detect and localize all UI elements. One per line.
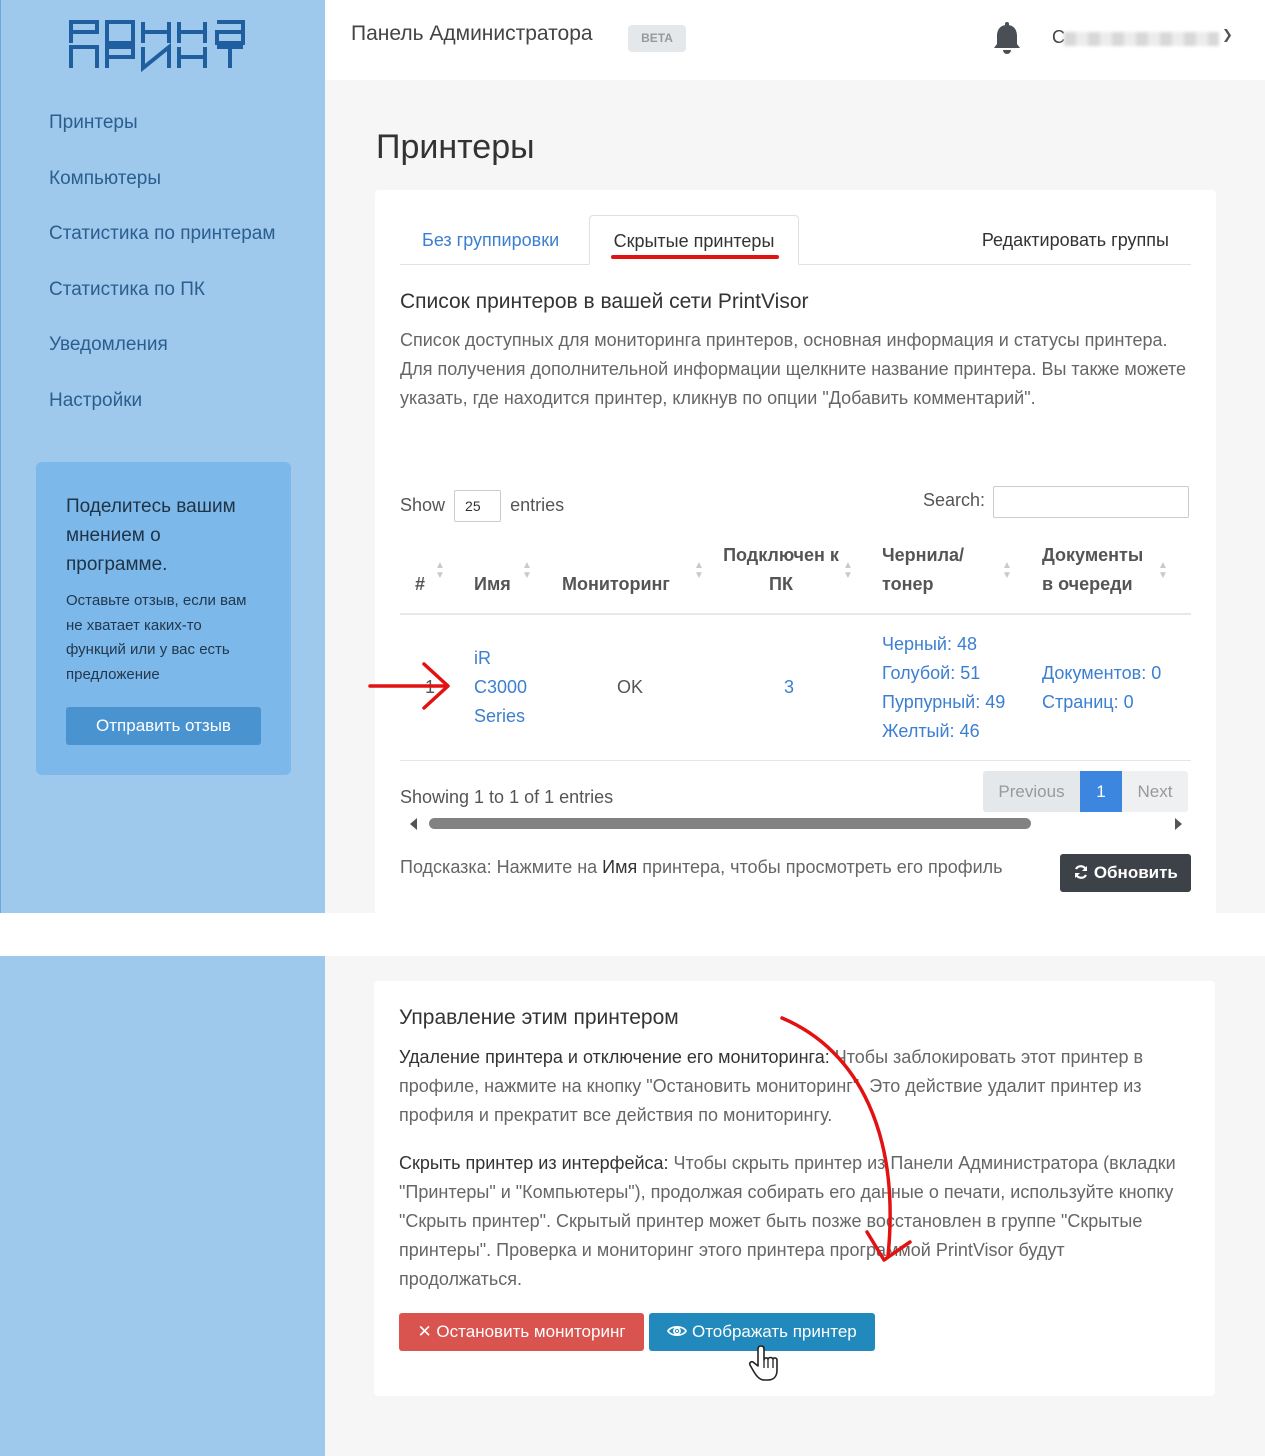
sidebar-item-settings[interactable]: Настройки — [49, 386, 275, 442]
manage-printer-card: Управление этим принтером Удаление принт… — [374, 981, 1215, 1396]
show-label: Show — [400, 494, 446, 515]
tab-no-grouping[interactable]: Без группировки — [400, 215, 581, 265]
remove-printer-text: Удаление принтера и отключение его монит… — [399, 1043, 1189, 1130]
sort-icon[interactable]: ▲ ▼ — [522, 561, 532, 581]
hint-text: Подсказка: Нажмите на Имя принтера, чтоб… — [400, 857, 1003, 878]
column-header-monitoring[interactable]: Мониторинг — [562, 570, 670, 599]
printers-card: Без группировки Скрытые принтеры Редакти… — [375, 190, 1216, 913]
hide-printer-body: Чтобы скрыть принтер из Панели Администр… — [399, 1153, 1176, 1289]
show-printer-button[interactable]: Отображать принтер — [649, 1313, 875, 1351]
stop-monitoring-label: Остановить мониторинг — [436, 1322, 626, 1341]
entries-select[interactable]: 25 — [454, 490, 502, 522]
printer-list-title: Список принтеров в вашей сети PrintVisor — [400, 290, 809, 313]
feedback-text: Оставьте отзыв, если вам не хватает каки… — [66, 592, 247, 683]
ink-cyan[interactable]: Голубой: 51 — [882, 659, 1005, 688]
show-printer-label: Отображать принтер — [691, 1322, 857, 1341]
queue-pages[interactable]: Страниц: 0 — [1042, 688, 1161, 717]
printer-name-link[interactable]: iR C3000 Series — [474, 644, 534, 731]
ink-black[interactable]: Черный: 48 — [882, 630, 1005, 659]
ronna-print-logo[interactable] — [67, 18, 253, 72]
sidebar-nav: Принтеры Компьютеры Статистика по принте… — [49, 108, 275, 442]
sort-icon[interactable]: ▲ ▼ — [843, 561, 853, 581]
column-header-ink-toner[interactable]: Чернила/ тонер — [882, 541, 982, 599]
table-row-divider — [400, 760, 1191, 761]
sort-icon[interactable]: ▲ ▼ — [694, 561, 704, 581]
queue-info: Документов: 0 Страниц: 0 — [1042, 659, 1161, 717]
monitoring-status: OK — [617, 677, 644, 697]
manage-printer-title: Управление этим принтером — [399, 1006, 679, 1029]
scrollbar-thumb[interactable] — [429, 818, 1031, 829]
feedback-box: Поделитесь вашим мнением о программе. Ос… — [36, 462, 291, 775]
queue-documents[interactable]: Документов: 0 — [1042, 659, 1161, 688]
sidebar-item-printer-stats[interactable]: Статистика по принтерам — [49, 219, 275, 275]
sort-icon[interactable]: ▲ ▼ — [1158, 561, 1168, 581]
search-label: Search: — [923, 490, 986, 510]
hint-prefix: Подсказка: Нажмите на — [400, 857, 603, 877]
sort-icon[interactable]: ▲ ▼ — [435, 561, 445, 581]
hint-bold: Имя — [602, 857, 638, 877]
column-header-number[interactable]: # — [415, 570, 425, 599]
chevron-down-icon[interactable]: ❯ — [1222, 27, 1233, 43]
manage-printer-screenshot: Управление этим принтером Удаление принт… — [0, 956, 1265, 1456]
sidebar-item-printers[interactable]: Принтеры — [49, 108, 275, 164]
sidebar-item-pc-stats[interactable]: Статистика по ПК — [49, 275, 275, 331]
annotation-underline — [611, 255, 779, 259]
search-input[interactable] — [993, 486, 1189, 518]
user-name-blurred — [1064, 32, 1219, 46]
connected-pc-link[interactable]: 3 — [784, 673, 794, 702]
ink-yellow[interactable]: Желтый: 46 — [882, 717, 1005, 746]
close-icon: ✕ — [417, 1322, 432, 1341]
feedback-title: Поделитесь вашим мнением о программе. — [66, 496, 236, 575]
column-header-name[interactable]: Имя — [474, 570, 511, 599]
sidebar — [0, 956, 325, 1456]
column-header-connected-pc[interactable]: Подключен к ПК — [721, 541, 841, 599]
table-info: Showing 1 to 1 of 1 entries — [400, 787, 614, 807]
scroll-left-icon[interactable] — [410, 818, 417, 830]
top-header: Панель Администратора BETA С ❯ — [325, 0, 1265, 80]
refresh-button[interactable]: Обновить — [1060, 854, 1191, 892]
entries-length-control: Show 25 entries — [400, 490, 564, 522]
admin-panel-title: Панель Администратора — [351, 22, 593, 45]
ink-levels: Черный: 48 Голубой: 51 Пурпурный: 49 Жел… — [882, 630, 1005, 746]
printer-tabs: Без группировки Скрытые принтеры Редакти… — [400, 215, 1191, 265]
refresh-label: Обновить — [1093, 863, 1178, 882]
remove-printer-heading: Удаление принтера и отключение его монит… — [399, 1047, 830, 1067]
send-feedback-button[interactable]: Отправить отзыв — [66, 707, 261, 745]
hint-suffix: принтера, чтобы просмотреть его профиль — [637, 857, 1003, 877]
sidebar-item-computers[interactable]: Компьютеры — [49, 164, 275, 220]
row-number: 1 — [425, 677, 436, 697]
printers-page-screenshot: Принтеры Компьютеры Статистика по принте… — [0, 0, 1265, 913]
pagination-page-1[interactable]: 1 — [1080, 771, 1122, 812]
eye-icon — [667, 1325, 688, 1337]
sidebar-item-notifications[interactable]: Уведомления — [49, 330, 275, 386]
pagination-previous[interactable]: Previous — [983, 771, 1080, 812]
scroll-right-icon[interactable] — [1175, 818, 1182, 830]
column-header-queue[interactable]: Документы в очереди — [1042, 541, 1157, 599]
horizontal-scrollbar[interactable] — [410, 817, 1182, 831]
stop-monitoring-button[interactable]: ✕ Остановить мониторинг — [399, 1313, 644, 1351]
hide-printer-heading: Скрыть принтер из интерфейса: — [399, 1153, 669, 1173]
table-header-divider — [400, 613, 1191, 615]
tab-edit-groups[interactable]: Редактировать группы — [960, 215, 1191, 265]
page-title: Принтеры — [376, 128, 535, 166]
sidebar: Принтеры Компьютеры Статистика по принте… — [0, 0, 325, 913]
pagination-next[interactable]: Next — [1122, 771, 1188, 812]
sort-icon[interactable]: ▲ ▼ — [1002, 561, 1012, 581]
beta-badge: BETA — [628, 25, 686, 52]
refresh-icon — [1075, 865, 1088, 879]
bell-icon[interactable] — [991, 22, 1023, 56]
entries-label: entries — [510, 494, 565, 515]
hide-printer-text: Скрыть принтер из интерфейса: Чтобы скры… — [399, 1149, 1189, 1294]
printer-list-description: Список доступных для мониторинга принтер… — [400, 330, 1187, 408]
ink-magenta[interactable]: Пурпурный: 49 — [882, 688, 1005, 717]
